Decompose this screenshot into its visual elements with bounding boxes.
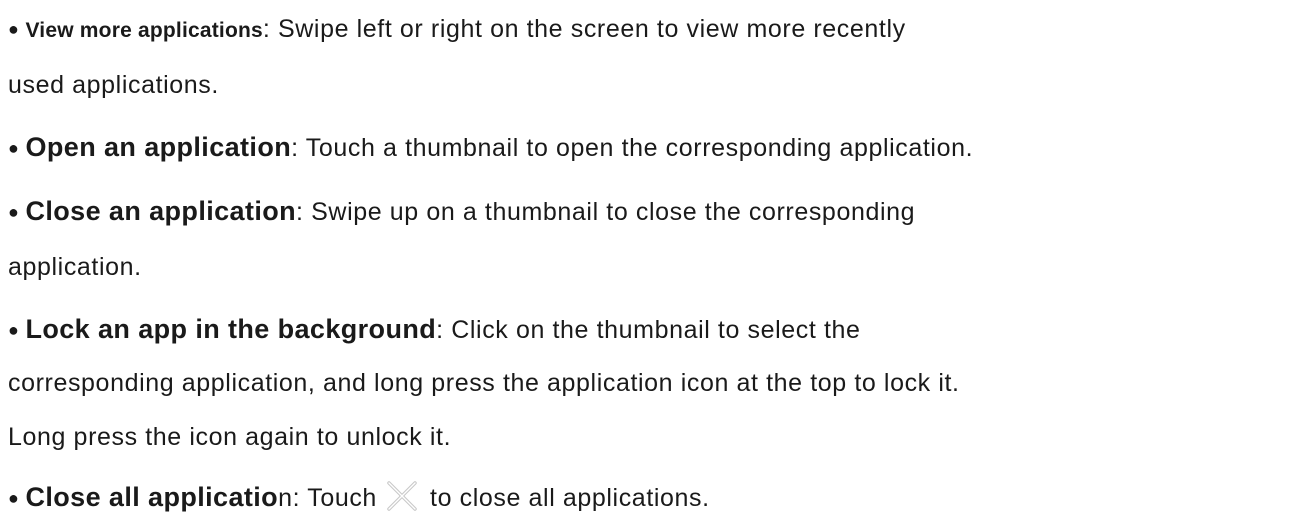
item-term: View more applications bbox=[25, 19, 263, 42]
item-term: Close an application bbox=[25, 196, 297, 226]
item-description: : Swipe up on a thumbnail to close the c… bbox=[296, 198, 916, 226]
bullet-icon: ● bbox=[8, 19, 20, 39]
item-term: Lock an app in the background bbox=[25, 314, 437, 344]
item-description-continued: application. bbox=[8, 253, 142, 281]
item-description-continued: used applications. bbox=[8, 71, 219, 99]
item-description-after-icon: to close all applications. bbox=[430, 484, 710, 512]
list-item-close-app: ● Close an application: Swipe up on a thu… bbox=[8, 194, 915, 229]
list-item-open-app: ● Open an application: Touch a thumbnail … bbox=[8, 130, 973, 165]
bullet-icon: ● bbox=[8, 320, 20, 340]
close-x-icon bbox=[386, 478, 420, 512]
item-term: Open an application bbox=[25, 132, 292, 162]
item-description: : Swipe left or right on the screen to v… bbox=[262, 15, 906, 43]
item-description: : Touch bbox=[292, 484, 377, 512]
item-description-continued: Long press the icon again to unlock it. bbox=[8, 423, 452, 451]
list-item-view-more: ● View more applications: Swipe left or r… bbox=[8, 12, 906, 48]
bullet-icon: ● bbox=[8, 138, 20, 158]
list-item-lock-app: ● Lock an app in the background: Click on… bbox=[8, 312, 861, 347]
item-description: : Click on the thumbnail to select the bbox=[436, 316, 861, 344]
item-description: : Touch a thumbnail to open the correspo… bbox=[291, 134, 974, 162]
bullet-icon: ● bbox=[8, 488, 20, 508]
document-page: ● View more applications: Swipe left or r… bbox=[0, 0, 1314, 524]
item-term-tail: n bbox=[278, 484, 293, 512]
item-term: Close all applicatio bbox=[25, 482, 279, 512]
bullet-icon: ● bbox=[8, 202, 20, 222]
item-description-continued: corresponding application, and long pres… bbox=[8, 369, 960, 397]
list-item-close-all: ● Close all application: Touch to close a… bbox=[8, 478, 710, 515]
